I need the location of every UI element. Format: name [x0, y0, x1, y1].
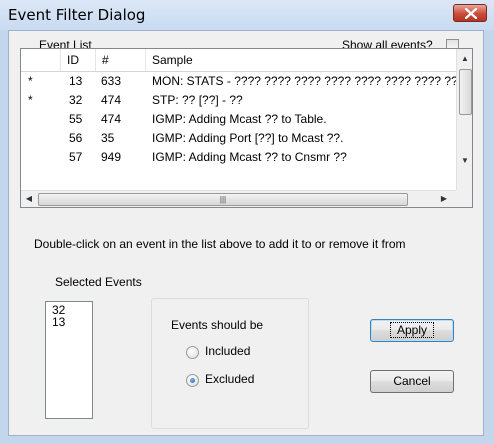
- close-icon: [465, 8, 477, 19]
- selected-events-label: Selected Events: [55, 275, 142, 289]
- cancel-button[interactable]: Cancel: [370, 370, 454, 393]
- apply-button-label: Apply: [389, 322, 435, 338]
- title-bar: Event Filter Dialog: [0, 0, 494, 30]
- row-count: 633: [101, 74, 122, 88]
- table-row[interactable]: 56 35 IGMP: Adding Port [??] to Mcast ??.: [21, 129, 456, 148]
- column-mark[interactable]: [21, 49, 61, 71]
- table-row[interactable]: 55 474 IGMP: Adding Mcast ?? to Table.: [21, 110, 456, 129]
- row-sample: STP: ?? [??] - ??: [152, 93, 243, 107]
- included-label[interactable]: Included: [205, 344, 250, 358]
- row-mark: *: [28, 74, 33, 88]
- row-count: 474: [101, 93, 122, 107]
- row-id: 13: [69, 74, 83, 88]
- event-list[interactable]: ID # Sample * 13 633 MON: STATS - ???? ????…: [20, 48, 473, 208]
- horizontal-scroll-thumb[interactable]: |||: [38, 193, 408, 206]
- column-count[interactable]: #: [96, 49, 146, 71]
- excluded-label[interactable]: Excluded: [205, 372, 254, 386]
- window-title: Event Filter Dialog: [8, 6, 146, 24]
- row-id: 32: [69, 93, 83, 107]
- row-mark: *: [28, 93, 33, 107]
- row-sample: IGMP: Adding Port [??] to Mcast ??.: [152, 131, 344, 145]
- column-id[interactable]: ID: [61, 49, 96, 71]
- apply-button[interactable]: Apply: [370, 319, 454, 342]
- selected-events-list[interactable]: 32 13: [45, 301, 93, 419]
- vertical-scrollbar[interactable]: ▲ ▼: [456, 49, 472, 190]
- event-list-header: ID # Sample: [21, 49, 456, 72]
- table-row[interactable]: * 32 474 STP: ?? [??] - ??: [21, 91, 456, 110]
- instruction-text: Double-click on an event in the list abo…: [34, 237, 406, 251]
- row-sample: IGMP: Adding Mcast ?? to Table.: [152, 112, 327, 126]
- selected-event-item[interactable]: 13: [52, 316, 86, 328]
- radio-selected-dot: [190, 378, 195, 383]
- row-id: 57: [69, 150, 83, 164]
- events-should-be-label: Events should be: [171, 318, 264, 332]
- excluded-radio[interactable]: [186, 374, 199, 387]
- column-sample[interactable]: Sample: [146, 49, 456, 71]
- table-row[interactable]: * 13 633 MON: STATS - ???? ???? ???? ???? ?…: [21, 72, 456, 91]
- row-count: 949: [101, 150, 122, 164]
- event-list-rows: * 13 633 MON: STATS - ???? ???? ???? ???? ?…: [21, 72, 456, 190]
- scroll-down-arrow-icon[interactable]: ▼: [457, 153, 472, 169]
- scrollbar-corner: [456, 190, 472, 207]
- scroll-left-arrow-icon[interactable]: ◀: [21, 191, 37, 207]
- row-id: 55: [69, 112, 83, 126]
- row-id: 56: [69, 131, 83, 145]
- included-radio[interactable]: [186, 346, 199, 359]
- scroll-up-arrow-icon[interactable]: ▲: [457, 51, 472, 67]
- row-count: 474: [101, 112, 122, 126]
- row-count: 35: [101, 131, 115, 145]
- close-button[interactable]: [453, 4, 487, 22]
- vertical-scroll-thumb[interactable]: [459, 69, 472, 115]
- horizontal-scrollbar[interactable]: ◀ ||| ▶: [21, 190, 456, 207]
- table-row[interactable]: 57 949 IGMP: Adding Mcast ?? to Cnsmr ??: [21, 148, 456, 167]
- row-sample: MON: STATS - ???? ???? ???? ???? ???? ??…: [152, 74, 456, 88]
- scroll-right-arrow-icon[interactable]: ▶: [436, 191, 452, 207]
- row-sample: IGMP: Adding Mcast ?? to Cnsmr ??: [152, 150, 347, 164]
